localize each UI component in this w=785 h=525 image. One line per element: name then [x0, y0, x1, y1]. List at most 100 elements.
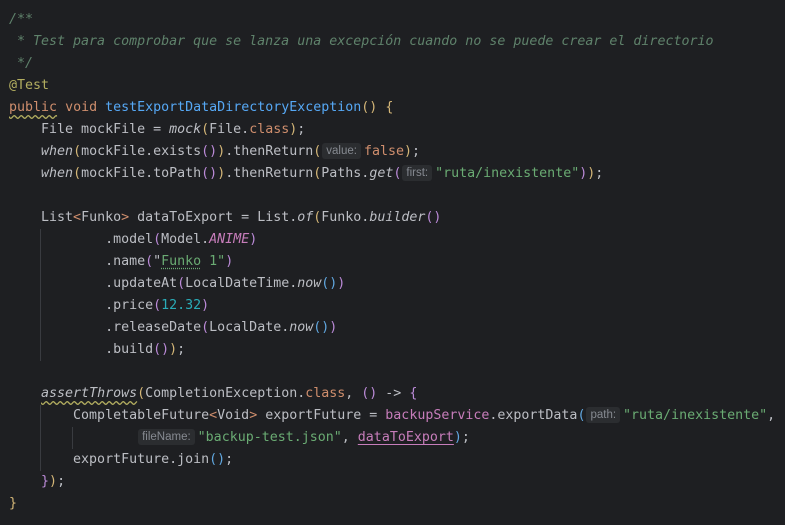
code-token: )	[453, 430, 462, 445]
code-line[interactable]: .model(Model.ANIME)	[9, 229, 257, 251]
code-token: .name	[9, 254, 146, 269]
code-token: "	[153, 254, 162, 269]
code-line[interactable]: .name("Funko 1")	[9, 251, 233, 273]
code-token: ()	[425, 210, 442, 225]
code-token: }	[41, 474, 50, 489]
code-token: Model.	[161, 232, 210, 247]
code-token: exportFuture.join	[9, 452, 210, 467]
code-token: ,	[345, 386, 362, 401]
code-line[interactable]: /**	[9, 9, 33, 31]
code-token: mock	[169, 122, 202, 137]
code-token: Paths.	[321, 166, 370, 181]
code-line[interactable]: List<Funko> dataToExport = List.of(Funko…	[9, 207, 441, 229]
code-token: )	[329, 320, 338, 335]
code-token: ()	[209, 452, 226, 467]
code-token: now	[297, 276, 322, 291]
code-token: dataToExport	[357, 430, 454, 445]
code-token: .thenReturn	[225, 166, 314, 181]
code-line[interactable]: CompletableFuture<Void> exportFuture = b…	[9, 405, 775, 427]
code-line[interactable]: File mockFile = mock(File.class);	[9, 119, 305, 141]
code-token: ()	[321, 276, 338, 291]
code-token: class	[249, 122, 290, 137]
code-token: )	[49, 474, 58, 489]
code-token: <	[73, 210, 82, 225]
code-token: List	[9, 210, 74, 225]
code-token: builder	[369, 210, 426, 225]
code-token: exportFuture =	[257, 408, 386, 423]
code-line[interactable]: */	[9, 53, 33, 75]
code-line[interactable]: }	[9, 493, 17, 515]
code-token: (	[153, 232, 162, 247]
code-token: false	[363, 144, 404, 159]
code-token: ;	[57, 474, 66, 489]
code-line[interactable]: when(mockFile.toPath()).thenReturn(Paths…	[9, 163, 603, 185]
code-token: (	[201, 320, 210, 335]
code-line[interactable]: fileName: "backup-test.json", dataToExpor…	[9, 427, 470, 449]
code-token: get	[369, 166, 394, 181]
code-token: LocalDate.	[209, 320, 290, 335]
code-token: )	[169, 342, 178, 357]
code-token: (	[393, 166, 402, 181]
code-line[interactable]: .updateAt(LocalDateTime.now())	[9, 273, 345, 295]
code-token: dataToExport = List.	[129, 210, 298, 225]
code-token: /**	[9, 12, 34, 27]
code-editor[interactable]: /** * Test para comprobar que se lanza u…	[0, 0, 785, 525]
code-line[interactable]: exportFuture.join();	[9, 449, 233, 471]
code-token: ;	[595, 166, 604, 181]
code-token: ()	[201, 166, 218, 181]
code-token: ()	[201, 144, 218, 159]
code-token: .model	[9, 232, 154, 247]
code-token: ()	[361, 386, 378, 401]
code-line[interactable]: public void testExportDataDirectoryExcep…	[9, 97, 393, 119]
code-line[interactable]: @Test	[9, 75, 49, 97]
code-token: }	[9, 496, 18, 511]
code-line[interactable]: when(mockFile.exists()).thenReturn(value…	[9, 141, 420, 163]
parameter-hint: first:	[402, 165, 433, 181]
code-token: @Test	[9, 78, 50, 93]
code-token: LocalDateTime.	[185, 276, 298, 291]
code-token: (	[73, 166, 82, 181]
code-token: (	[577, 408, 586, 423]
code-token: ;	[412, 144, 421, 159]
code-token: (	[201, 122, 210, 137]
code-token: File.	[209, 122, 250, 137]
code-token: ;	[177, 342, 186, 357]
code-token: Void	[217, 408, 250, 423]
code-token: (	[137, 386, 146, 401]
code-line[interactable]: .releaseDate(LocalDate.now())	[9, 317, 337, 339]
code-token: ;	[225, 452, 234, 467]
code-token: )	[337, 276, 346, 291]
code-token: now	[289, 320, 314, 335]
code-token: ()	[313, 320, 330, 335]
code-token: )	[249, 232, 258, 247]
code-token: public	[9, 100, 58, 115]
code-token: "ruta/inexistente"	[435, 166, 580, 181]
code-line[interactable]: * Test para comprobar que se lanza una e…	[9, 31, 713, 53]
code-line[interactable]: assertThrows(CompletionException.class, …	[9, 383, 417, 405]
code-token: )	[225, 254, 234, 269]
code-token: (	[73, 144, 82, 159]
code-line[interactable]: .price(12.32)	[9, 295, 209, 317]
code-token: .price	[9, 298, 154, 313]
code-token: {	[409, 386, 418, 401]
code-line[interactable]: .build());	[9, 339, 185, 361]
code-token: mockFile.exists	[81, 144, 202, 159]
code-token: ANIME	[209, 232, 250, 247]
code-line[interactable]: });	[9, 471, 65, 493]
code-token: 1"	[201, 254, 226, 269]
code-token: when	[41, 166, 74, 181]
code-token: Funko	[161, 254, 202, 269]
code-token: backupService	[385, 408, 490, 423]
code-token: */	[9, 56, 34, 71]
code-token: )	[217, 144, 226, 159]
code-token: .exportData	[489, 408, 578, 423]
code-token: File mockFile =	[9, 122, 170, 137]
code-token: (	[313, 144, 322, 159]
code-token: .updateAt	[9, 276, 178, 291]
code-token: * Test para comprobar que se lanza una e…	[9, 34, 714, 49]
